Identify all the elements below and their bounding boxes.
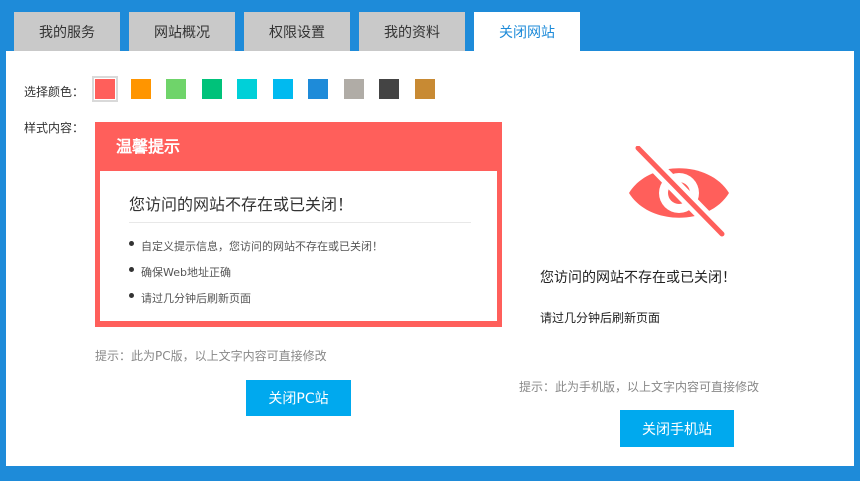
pc-card-body: 您访问的网站不存在或已关闭！ 自定义提示信息，您访问的网站不存在或已关闭！ 确保…: [100, 171, 497, 321]
color-swatch[interactable]: [379, 79, 399, 99]
close-pc-site-button[interactable]: 关闭PC站: [246, 380, 351, 416]
color-swatch[interactable]: [166, 79, 186, 99]
tab-close-site[interactable]: 关闭网站: [474, 12, 580, 52]
content-panel: 选择颜色： 样式内容： 温馨提示 您访问的网站不存在或已关闭！ 自定义提示信息，…: [6, 51, 854, 466]
color-swatch[interactable]: [272, 79, 293, 99]
pc-hint: 提示：此为PC版，以上文字内容可直接修改: [95, 349, 327, 363]
mobile-text: 请过几分钟后刷新页面: [540, 311, 661, 325]
list-item: 确保Web地址正确: [129, 265, 383, 291]
list-item: 请过几分钟后刷新页面: [129, 291, 383, 317]
mobile-hint: 提示：此为手机版，以上文字内容可直接修改: [519, 380, 760, 394]
tab-permissions[interactable]: 权限设置: [244, 12, 350, 52]
color-swatch[interactable]: [130, 79, 151, 99]
pc-card-title: 温馨提示: [116, 137, 181, 156]
close-mobile-site-button[interactable]: 关闭手机站: [620, 410, 734, 447]
color-swatch[interactable]: [308, 79, 328, 99]
color-picker-label: 选择颜色：: [24, 85, 85, 99]
eye-slash-icon: [629, 146, 729, 241]
color-swatch[interactable]: [414, 79, 435, 99]
color-swatch[interactable]: [343, 79, 364, 99]
tab-my-profile[interactable]: 我的资料: [359, 12, 465, 52]
color-swatch[interactable]: [92, 76, 118, 102]
style-content-label: 样式内容：: [24, 121, 85, 135]
pc-card-heading: 您访问的网站不存在或已关闭！: [129, 195, 354, 214]
pc-card-list: 自定义提示信息，您访问的网站不存在或已关闭！ 确保Web地址正确 请过几分钟后刷…: [129, 239, 383, 317]
color-swatch[interactable]: [201, 79, 222, 99]
tab-my-services[interactable]: 我的服务: [14, 12, 120, 52]
tab-site-overview[interactable]: 网站概况: [129, 12, 235, 52]
list-item: 自定义提示信息，您访问的网站不存在或已关闭！: [129, 239, 383, 265]
pc-notice-card: 温馨提示 您访问的网站不存在或已关闭！ 自定义提示信息，您访问的网站不存在或已关…: [95, 122, 502, 327]
color-swatch[interactable]: [237, 79, 257, 99]
pc-card-divider: [129, 222, 471, 223]
mobile-heading: 您访问的网站不存在或已关闭！: [540, 270, 736, 286]
